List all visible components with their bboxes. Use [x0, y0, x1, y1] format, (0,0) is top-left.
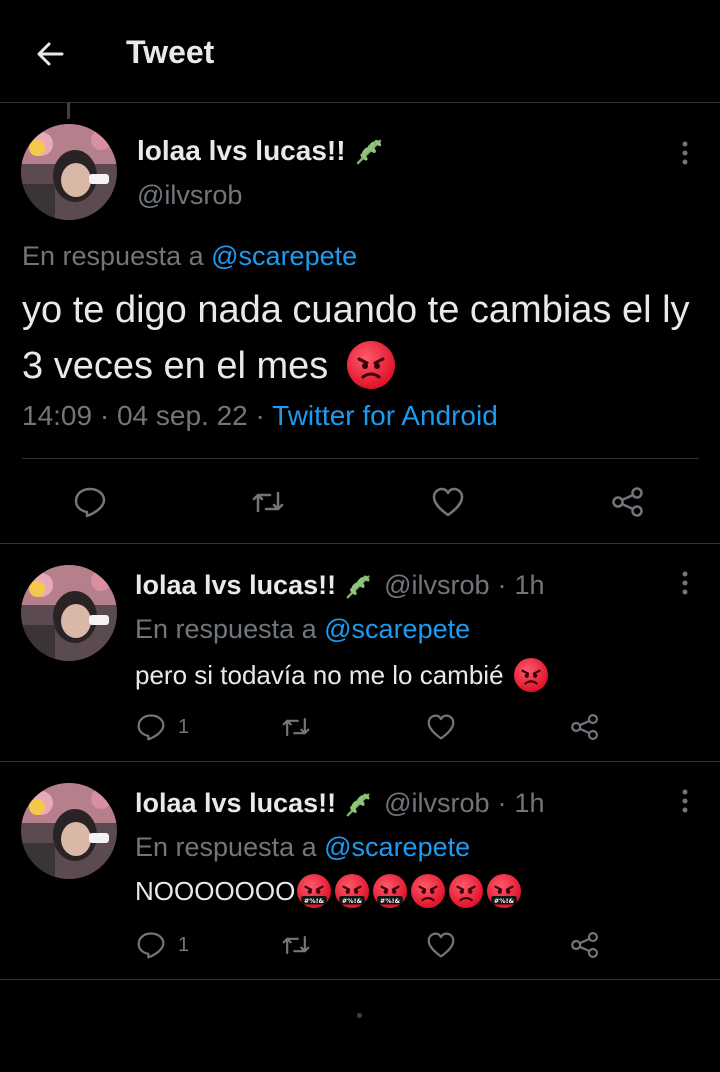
reply-to-mention[interactable]: @scarepete — [211, 241, 357, 271]
reply-count: 1 — [178, 716, 190, 738]
back-arrow-icon — [37, 42, 64, 66]
tweet-text: yo te digo nada cuando te cambias el ly … — [22, 282, 712, 394]
retweet-icon — [282, 935, 310, 955]
share-icon — [612, 487, 643, 517]
emoji-row: #%!& #%!& #%!& #%!& — [297, 874, 522, 908]
retweet-icon — [252, 491, 284, 513]
author-name[interactable]: lolaa lvs lucas!! @ilvsrob · 1h — [135, 570, 545, 601]
plant-emoji-icon — [356, 139, 381, 165]
share-icon — [571, 713, 599, 741]
cursing-face-emoji-icon: #%!& — [487, 874, 522, 908]
retweet-icon — [282, 717, 310, 737]
author-name[interactable]: lolaa lvs lucas!! — [137, 135, 386, 167]
time-ago: 1h — [514, 788, 545, 818]
divider — [0, 761, 720, 762]
share-icon — [571, 931, 599, 959]
reply-context: En respuesta a @scarepete — [22, 241, 357, 272]
cursing-symbols: #%!& — [342, 897, 363, 905]
angry-face-emoji-icon — [346, 340, 395, 389]
author-handle[interactable]: @ilvsrob — [137, 180, 242, 211]
thread-connector-line — [67, 103, 70, 119]
back-button[interactable] — [30, 36, 70, 72]
retweet-button[interactable] — [248, 482, 288, 522]
more-vertical-icon — [682, 571, 688, 595]
avatar[interactable] — [21, 783, 117, 879]
tweet-date: 04 sep. 22 — [116, 400, 248, 431]
comment-icon — [74, 487, 106, 518]
meta-separator: · — [255, 400, 265, 431]
meta-separator: · — [99, 400, 110, 431]
retweet-button[interactable] — [279, 710, 313, 744]
display-name: lolaa lvs lucas!! — [135, 788, 337, 818]
meta-separator: · — [497, 570, 507, 600]
reply-context: En respuesta a @scarepete — [135, 614, 470, 645]
cursing-face-emoji-icon: #%!& — [297, 874, 332, 908]
angry-face-emoji-icon — [513, 658, 548, 692]
tweet-source[interactable]: Twitter for Android — [272, 400, 498, 431]
reply-to-mention[interactable]: @scarepete — [324, 614, 470, 644]
comment-icon — [137, 714, 165, 741]
display-name: lolaa lvs lucas!! — [137, 135, 346, 166]
heart-icon — [427, 932, 455, 958]
tweet-text-content: pero si todavía no me lo cambié — [135, 659, 504, 690]
cursing-symbols: #%!& — [494, 897, 515, 905]
like-button[interactable] — [428, 482, 468, 522]
reply-prefix: En respuesta a — [135, 832, 317, 862]
tweet-text: NOOOOOOO #%!& #%!& #%!& #%!& — [135, 874, 522, 908]
tweet-text: pero si todavía no me lo cambié — [135, 658, 548, 692]
loading-indicator — [357, 1013, 362, 1018]
more-vertical-icon — [682, 141, 688, 165]
meta-separator: · — [497, 788, 507, 818]
heart-icon — [432, 487, 464, 517]
angry-face-emoji-icon — [449, 874, 484, 908]
reply-count: 1 — [178, 934, 190, 956]
reply-prefix: En respuesta a — [22, 241, 204, 271]
more-options-button[interactable] — [668, 136, 702, 170]
avatar[interactable] — [21, 565, 117, 661]
cursing-symbols: #%!& — [380, 897, 401, 905]
more-options-button[interactable] — [668, 566, 702, 600]
app-header: Tweet — [0, 0, 720, 103]
tweet-text-content: NOOOOOOO — [135, 875, 296, 906]
retweet-button[interactable] — [279, 928, 313, 962]
page-title: Tweet — [126, 34, 215, 70]
heart-icon — [427, 714, 455, 740]
avatar[interactable] — [21, 124, 117, 220]
cursing-face-emoji-icon: #%!& — [335, 874, 370, 908]
author-handle: @ilvsrob — [384, 570, 490, 600]
plant-emoji-icon — [346, 792, 370, 816]
display-name: lolaa lvs lucas!! — [135, 570, 337, 600]
reply-button[interactable] — [70, 482, 110, 522]
like-button[interactable] — [424, 710, 458, 744]
more-options-button[interactable] — [668, 784, 702, 818]
reply-context: En respuesta a @scarepete — [135, 832, 470, 863]
angry-face-emoji-icon — [411, 874, 446, 908]
share-button[interactable] — [608, 482, 648, 522]
more-vertical-icon — [682, 789, 688, 813]
like-button[interactable] — [424, 928, 458, 962]
reply-to-mention[interactable]: @scarepete — [324, 832, 470, 862]
time-ago: 1h — [514, 570, 545, 600]
plant-emoji-icon — [346, 574, 370, 598]
reply-prefix: En respuesta a — [135, 614, 317, 644]
comment-icon — [137, 932, 165, 959]
divider — [0, 543, 720, 544]
author-handle: @ilvsrob — [384, 788, 490, 818]
reply-button[interactable] — [134, 928, 168, 962]
cursing-face-emoji-icon: #%!& — [373, 874, 408, 908]
tweet-time: 14:09 — [22, 400, 93, 431]
tweet-meta: 14:09 · 04 sep. 22 · Twitter for Android — [22, 400, 498, 432]
share-button[interactable] — [568, 928, 602, 962]
share-button[interactable] — [568, 710, 602, 744]
divider — [22, 458, 699, 459]
reply-button[interactable] — [134, 710, 168, 744]
author-name[interactable]: lolaa lvs lucas!! @ilvsrob · 1h — [135, 788, 545, 819]
divider — [0, 979, 720, 980]
cursing-symbols: #%!& — [304, 897, 325, 905]
